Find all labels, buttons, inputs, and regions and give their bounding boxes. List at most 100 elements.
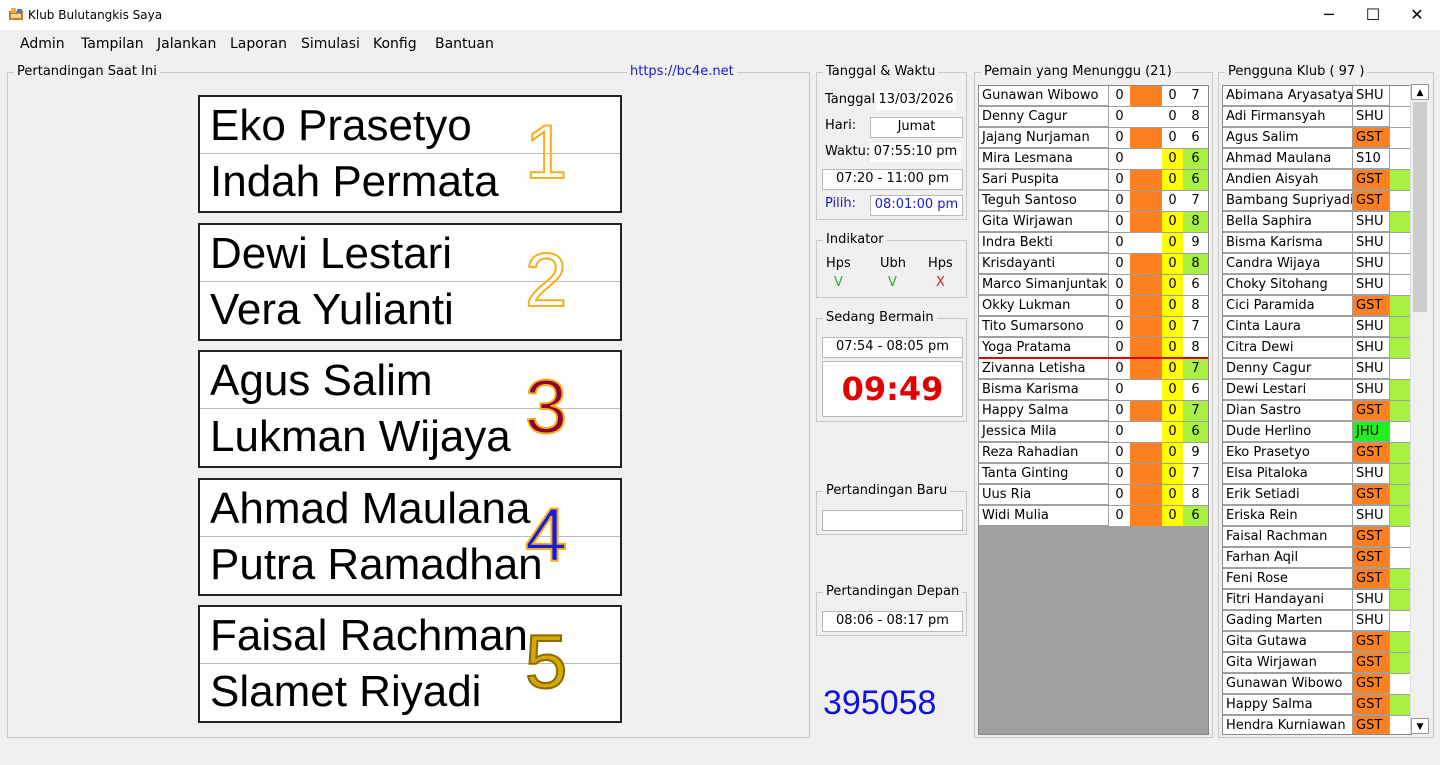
member-row[interactable]: Bisma Karisma SHU [1223, 233, 1411, 254]
waiting-row[interactable]: Gunawan Wibowo 0 0 7 [979, 86, 1208, 107]
waiting-row[interactable]: Mira Lesmana 0 0 6 [979, 149, 1208, 170]
scroll-up-icon[interactable]: ▲ [1411, 84, 1429, 100]
menu-tampilan[interactable]: Tampilan [81, 36, 144, 52]
waiting-row[interactable]: Gita Wirjawan 0 0 8 [979, 212, 1208, 233]
waiting-row[interactable]: Widi Mulia 0 0 6 [979, 506, 1208, 527]
scroll-thumb[interactable] [1413, 102, 1427, 312]
waiting-row[interactable]: Jajang Nurjaman 0 0 6 [979, 128, 1208, 149]
member-row[interactable]: Denny Cagur SHU [1223, 359, 1411, 380]
pick-label: Pilih: [825, 196, 857, 211]
court-card-4[interactable]: Ahmad Maulana Putra Ramadhan 4 [198, 478, 622, 596]
waiting-row[interactable]: Okky Lukman 0 0 8 [979, 296, 1208, 317]
waiting-row[interactable]: Tito Sumarsono 0 0 7 [979, 317, 1208, 338]
close-button[interactable]: ✕ [1394, 0, 1440, 30]
court-card-1[interactable]: Eko Prasetyo Indah Permata 1 [198, 95, 622, 213]
member-row[interactable]: Agus Salim GST [1223, 128, 1411, 149]
member-cell-flag [1390, 149, 1411, 170]
waiting-cell-b [1130, 212, 1163, 233]
member-row[interactable]: Cinta Laura SHU [1223, 317, 1411, 338]
member-cell-name: Citra Dewi [1223, 338, 1353, 358]
member-cell-name: Faisal Rachman [1223, 527, 1353, 547]
waiting-row[interactable]: Sari Puspita 0 0 6 [979, 170, 1208, 191]
members-grid[interactable]: Abimana Aryasatya SHU Adi Firmansyah SHU Agu… [1222, 85, 1412, 735]
waiting-row[interactable]: Happy Salma 0 0 7 [979, 401, 1208, 422]
members-scrollbar[interactable]: ▲ ▼ [1410, 84, 1429, 734]
member-row[interactable]: Hendra Kurniawan GST [1223, 716, 1411, 734]
date-value[interactable]: 13/03/2026 [876, 91, 956, 110]
member-row[interactable]: Dian Sastro GST [1223, 401, 1411, 422]
member-row[interactable]: Gading Marten SHU [1223, 611, 1411, 632]
waiting-cell-a: 0 [1109, 212, 1131, 233]
waiting-cell-d: 7 [1183, 317, 1208, 338]
member-row[interactable]: Dewi Lestari SHU [1223, 380, 1411, 401]
waiting-row[interactable]: Teguh Santoso 0 0 7 [979, 191, 1208, 212]
waiting-row[interactable]: Reza Rahadian 0 0 9 [979, 443, 1208, 464]
member-row[interactable]: Ahmad Maulana S10 [1223, 149, 1411, 170]
court-card-2[interactable]: Dewi Lestari Vera Yulianti 2 [198, 223, 622, 341]
member-row[interactable]: Farhan Aqil GST [1223, 548, 1411, 569]
indicator-check-icon-1: V [834, 275, 843, 290]
court-card-5[interactable]: Faisal Rachman Slamet Riyadi 5 [198, 605, 622, 723]
waiting-row[interactable]: Denny Cagur 0 0 8 [979, 107, 1208, 128]
member-cell-type: GST [1353, 296, 1390, 316]
waiting-row[interactable]: Uus Ria 0 0 8 [979, 485, 1208, 506]
member-row[interactable]: Abimana Aryasatya SHU [1223, 86, 1411, 107]
waiting-cell-a: 0 [1109, 170, 1131, 191]
waiting-row[interactable]: Zivanna Letisha 0 0 7 [979, 359, 1208, 380]
member-row[interactable]: Faisal Rachman GST [1223, 527, 1411, 548]
member-row[interactable]: Candra Wijaya SHU [1223, 254, 1411, 275]
indicator-label-3: Hps [928, 256, 953, 271]
waiting-row[interactable]: Yoga Pratama 0 0 8 [979, 338, 1208, 359]
waiting-cell-d: 6 [1183, 149, 1208, 170]
menu-simulasi[interactable]: Simulasi [301, 36, 360, 52]
member-cell-type: GST [1353, 128, 1390, 148]
waiting-row[interactable]: Krisdayanti 0 0 8 [979, 254, 1208, 275]
waiting-cell-c: 0 [1162, 86, 1184, 107]
menu-jalankan[interactable]: Jalankan [157, 36, 216, 52]
menu-konfig[interactable]: Konfig [373, 36, 417, 52]
day-value[interactable]: Jumat [870, 117, 963, 138]
member-row[interactable]: Erik Setiadi GST [1223, 485, 1411, 506]
member-row[interactable]: Feni Rose GST [1223, 569, 1411, 590]
member-row[interactable]: Choky Sitohang SHU [1223, 275, 1411, 296]
member-row[interactable]: Bambang Supriyadi GST [1223, 191, 1411, 212]
waiting-row[interactable]: Marco Simanjuntak 0 0 6 [979, 275, 1208, 296]
waiting-players-grid[interactable]: Gunawan Wibowo 0 0 7 Denny Cagur 0 0 8 Jajang Nu… [978, 85, 1209, 735]
member-row[interactable]: Elsa Pitaloka SHU [1223, 464, 1411, 485]
member-row[interactable]: Bella Saphira SHU [1223, 212, 1411, 233]
new-match-field[interactable] [822, 510, 963, 531]
website-link[interactable]: https://bc4e.net [627, 64, 737, 79]
member-row[interactable]: Fitri Handayani SHU [1223, 590, 1411, 611]
waiting-row[interactable]: Indra Bekti 0 0 9 [979, 233, 1208, 254]
member-row[interactable]: Eriska Rein SHU [1223, 506, 1411, 527]
waiting-row[interactable]: Bisma Karisma 0 0 6 [979, 380, 1208, 401]
waiting-cell-d: 6 [1183, 275, 1208, 296]
waiting-cell-name: Zivanna Letisha [979, 359, 1109, 379]
member-row[interactable]: Gunawan Wibowo GST [1223, 674, 1411, 695]
court-card-3[interactable]: Agus Salim Lukman Wijaya 3 [198, 350, 622, 468]
member-row[interactable]: Andien Aisyah GST [1223, 170, 1411, 191]
scroll-down-icon[interactable]: ▼ [1411, 718, 1429, 734]
menu-bantuan[interactable]: Bantuan [435, 36, 494, 52]
court-player-1: Dewi Lestari [210, 229, 453, 278]
maximize-button[interactable]: ☐ [1350, 0, 1396, 30]
waiting-row[interactable]: Jessica Mila 0 0 6 [979, 422, 1208, 443]
waiting-row[interactable]: Tanta Ginting 0 0 7 [979, 464, 1208, 485]
member-row[interactable]: Dude Herlino JHU [1223, 422, 1411, 443]
member-row[interactable]: Gita Wirjawan GST [1223, 653, 1411, 674]
member-row[interactable]: Citra Dewi SHU [1223, 338, 1411, 359]
member-row[interactable]: Happy Salma GST [1223, 695, 1411, 716]
member-row[interactable]: Cici Paramida GST [1223, 296, 1411, 317]
menu-admin[interactable]: Admin [20, 36, 65, 52]
time-value[interactable]: 07:55:10 pm [870, 143, 961, 162]
waiting-cell-b [1130, 191, 1163, 212]
member-row[interactable]: Eko Prasetyo GST [1223, 443, 1411, 464]
member-row[interactable]: Gita Gutawa GST [1223, 632, 1411, 653]
pick-time-value[interactable]: 08:01:00 pm [870, 195, 963, 216]
menu-laporan[interactable]: Laporan [230, 36, 287, 52]
member-row[interactable]: Adi Firmansyah SHU [1223, 107, 1411, 128]
waiting-cell-name: Krisdayanti [979, 254, 1109, 274]
minimize-button[interactable]: ─ [1306, 0, 1352, 30]
member-cell-name: Choky Sitohang [1223, 275, 1353, 295]
waiting-cell-d: 8 [1183, 212, 1208, 233]
